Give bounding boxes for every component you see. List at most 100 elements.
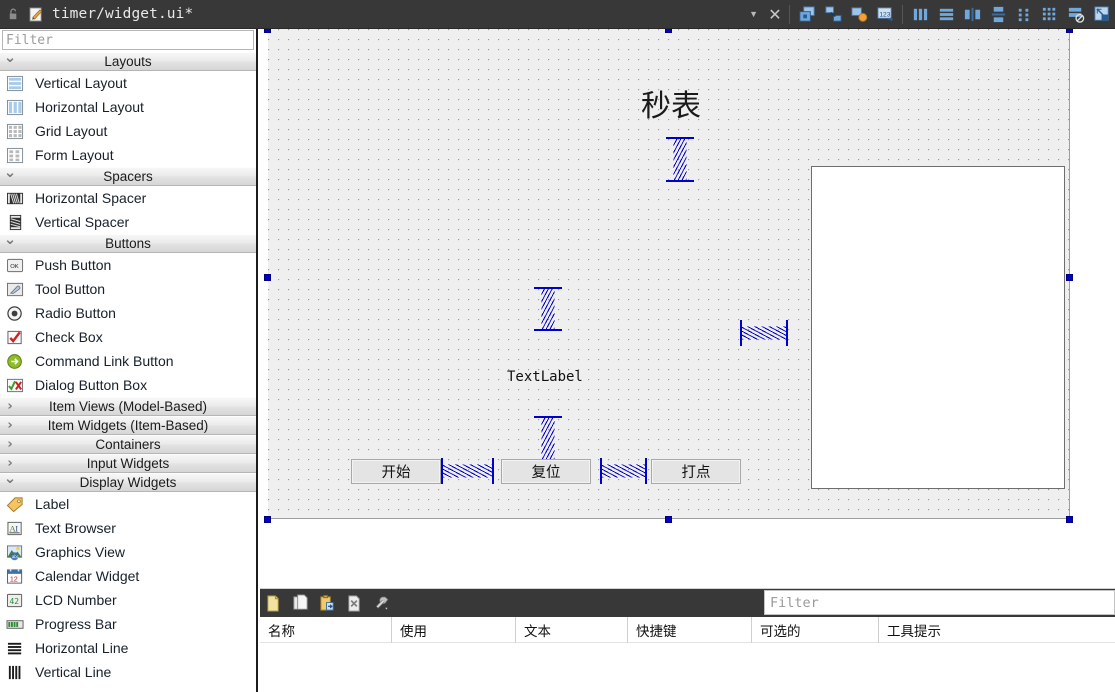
widget-item-text-browser[interactable]: A I Text Browser bbox=[0, 516, 256, 540]
horizontal-spacer-buttons-1[interactable] bbox=[441, 458, 494, 484]
break-layout-icon[interactable] bbox=[1064, 2, 1088, 26]
edit-tab-order-icon[interactable]: 123 bbox=[873, 2, 897, 26]
widget-item-horizontal-layout[interactable]: Horizontal Layout bbox=[0, 95, 256, 119]
vertical-spacer-middle[interactable] bbox=[534, 287, 562, 331]
widget-item-label[interactable]: Label bbox=[0, 492, 256, 516]
widget-item-command-link-button[interactable]: Command Link Button bbox=[0, 349, 256, 373]
reset-button[interactable]: 复位 bbox=[501, 459, 591, 484]
start-button[interactable]: 开始 bbox=[351, 459, 441, 484]
widget-item-label: Calendar Widget bbox=[35, 568, 140, 584]
vertical-spacer-below-label[interactable] bbox=[534, 416, 562, 461]
widget-item-dialog-button-box[interactable]: Dialog Button Box bbox=[0, 373, 256, 397]
widget-item-vertical-line[interactable]: Vertical Line bbox=[0, 660, 256, 684]
form-widget[interactable]: 秒表 TextLabel 开始 复位 打点 bbox=[268, 29, 1070, 519]
column-header-0[interactable]: 名称 bbox=[260, 617, 391, 643]
layout-splitter-horizontal-icon[interactable] bbox=[960, 2, 984, 26]
check-box-icon bbox=[5, 328, 26, 347]
widget-item-push-button[interactable]: OK Push Button bbox=[0, 253, 256, 277]
new-action-icon[interactable] bbox=[260, 590, 287, 616]
category-label: Display Widgets bbox=[79, 475, 177, 490]
form-title-label[interactable]: 秒表 bbox=[641, 81, 701, 125]
resize-handle-middle-right[interactable] bbox=[1066, 274, 1073, 281]
text-browser-icon: AI bbox=[5, 519, 26, 538]
chevron-down-icon[interactable]: ▼ bbox=[743, 0, 765, 29]
resize-handle-bottom-left[interactable] bbox=[264, 516, 271, 523]
widget-item-label: Vertical Line bbox=[35, 664, 112, 680]
horizontal-spacer-right[interactable] bbox=[740, 320, 788, 346]
widget-box-filter-placeholder: Filter bbox=[6, 32, 53, 48]
adjust-size-icon[interactable] bbox=[1090, 2, 1114, 26]
window-title: timer/widget.ui* bbox=[52, 6, 194, 22]
widget-box-category-buttons[interactable]: ⌄ Buttons bbox=[0, 232, 256, 253]
widget-item-horizontal-line[interactable]: Horizontal Line bbox=[0, 636, 256, 660]
widget-box-category-containers[interactable]: › Containers bbox=[0, 435, 256, 454]
widget-box-filter-input[interactable]: Filter bbox=[2, 30, 254, 50]
column-header-5[interactable]: 工具提示 bbox=[878, 617, 1115, 643]
vertical-layout-icon bbox=[5, 74, 26, 93]
action-filter-placeholder: Filter bbox=[770, 594, 819, 611]
resize-handle-bottom-right[interactable] bbox=[1066, 516, 1073, 523]
widget-item-vertical-spacer[interactable]: Vertical Spacer bbox=[0, 210, 256, 234]
widget-item-label: Progress Bar bbox=[35, 616, 117, 632]
category-label: Item Widgets (Item-Based) bbox=[47, 418, 209, 433]
widget-item-grid-layout[interactable]: Grid Layout bbox=[0, 119, 256, 143]
horizontal-spacer-buttons-2[interactable] bbox=[600, 458, 647, 484]
widget-item-calendar-widget[interactable]: 12 Calendar Widget bbox=[0, 564, 256, 588]
resize-handle-top-right[interactable] bbox=[1066, 29, 1073, 33]
widget-item-radio-button[interactable]: Radio Button bbox=[0, 301, 256, 325]
widget-item-vertical-layout[interactable]: Vertical Layout bbox=[0, 71, 256, 95]
layout-vertically-icon[interactable] bbox=[934, 2, 958, 26]
vertical-line-icon bbox=[5, 663, 26, 682]
widget-item-lcd-number[interactable]: 42 LCD Number bbox=[0, 588, 256, 612]
resize-handle-middle-left[interactable] bbox=[264, 274, 271, 281]
lap-button[interactable]: 打点 bbox=[651, 459, 741, 484]
toolbar-separator bbox=[902, 4, 903, 24]
widget-item-graphics-view[interactable]: abc Graphics View bbox=[0, 540, 256, 564]
resize-handle-top-left[interactable] bbox=[264, 29, 271, 33]
widget-item-form-layout[interactable]: Form Layout bbox=[0, 143, 256, 167]
widget-box-category-item-widgets-item-based[interactable]: › Item Widgets (Item-Based) bbox=[0, 416, 256, 435]
push-button-icon: OK bbox=[5, 256, 26, 275]
column-header-1[interactable]: 使用 bbox=[391, 617, 515, 643]
layout-form-icon[interactable] bbox=[1012, 2, 1036, 26]
edit-widgets-icon[interactable] bbox=[795, 2, 819, 26]
widget-item-progress-bar[interactable]: Progress Bar bbox=[0, 612, 256, 636]
lcd-number-icon: 42 bbox=[5, 591, 26, 610]
widget-box-category-input-widgets[interactable]: › Input Widgets bbox=[0, 454, 256, 473]
widget-box-category-item-views-model-based[interactable]: › Item Views (Model-Based) bbox=[0, 397, 256, 416]
copy-action-icon[interactable] bbox=[287, 590, 314, 616]
layout-horizontally-icon[interactable] bbox=[908, 2, 932, 26]
widget-item-tool-button[interactable]: Tool Button bbox=[0, 277, 256, 301]
text-browser-widget[interactable] bbox=[811, 166, 1065, 489]
widget-box-groups: ⌄ Layouts Vertical Layout Horizontal Layout… bbox=[0, 50, 256, 684]
category-label: Input Widgets bbox=[86, 456, 170, 471]
column-header-2[interactable]: 文本 bbox=[515, 617, 627, 643]
edit-signals-slots-icon[interactable] bbox=[821, 2, 845, 26]
widget-item-horizontal-spacer[interactable]: Horizontal Spacer bbox=[0, 186, 256, 210]
widget-box-category-display-widgets[interactable]: ⌄ Display Widgets bbox=[0, 471, 256, 492]
widget-box-category-layouts[interactable]: ⌄ Layouts bbox=[0, 50, 256, 71]
category-label: Buttons bbox=[105, 236, 151, 251]
form-layout-icon bbox=[5, 146, 26, 165]
layout-splitter-vertical-icon[interactable] bbox=[986, 2, 1010, 26]
svg-text:123: 123 bbox=[879, 11, 890, 18]
column-header-4[interactable]: 可选的 bbox=[751, 617, 878, 643]
widget-item-label: Label bbox=[35, 496, 70, 512]
layout-grid-icon[interactable] bbox=[1038, 2, 1062, 26]
widget-item-check-box[interactable]: Check Box bbox=[0, 325, 256, 349]
widget-item-label: Horizontal Layout bbox=[35, 99, 144, 115]
delete-action-icon[interactable] bbox=[341, 590, 368, 616]
widget-box-category-spacers[interactable]: ⌄ Spacers bbox=[0, 165, 256, 186]
configure-icon[interactable] bbox=[368, 590, 395, 616]
close-icon[interactable]: ✕ bbox=[765, 0, 785, 29]
unlock-icon[interactable] bbox=[2, 0, 24, 29]
resize-handle-top-center[interactable] bbox=[665, 29, 672, 33]
edit-buddies-icon[interactable] bbox=[847, 2, 871, 26]
resize-handle-bottom-center[interactable] bbox=[665, 516, 672, 523]
column-header-3[interactable]: 快捷键 bbox=[627, 617, 751, 643]
paste-action-icon[interactable] bbox=[314, 590, 341, 616]
vertical-spacer-top[interactable] bbox=[666, 137, 694, 182]
action-filter-input[interactable]: Filter bbox=[764, 590, 1115, 615]
form-text-label[interactable]: TextLabel bbox=[507, 369, 583, 385]
form-canvas[interactable]: 秒表 TextLabel 开始 复位 打点 bbox=[260, 29, 1115, 587]
